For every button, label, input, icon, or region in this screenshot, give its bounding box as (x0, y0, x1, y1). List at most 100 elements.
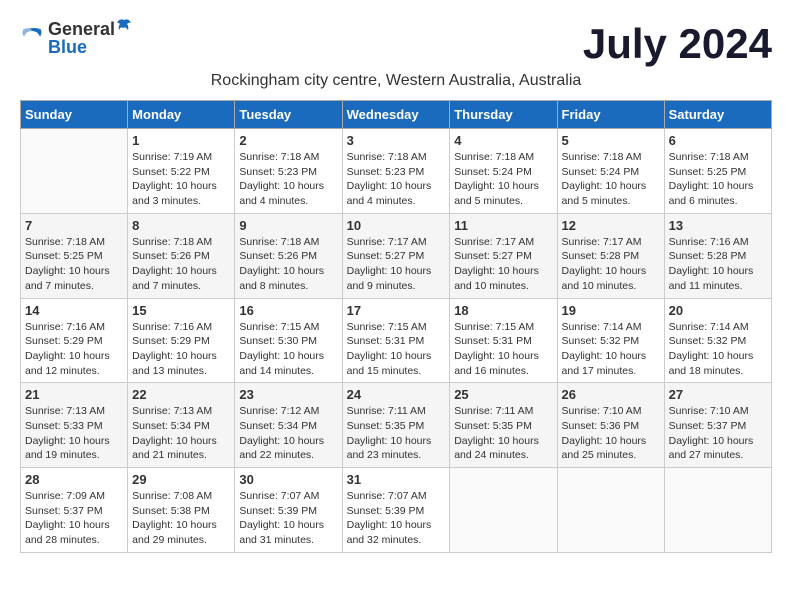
sunrise-text: Sunrise: 7:11 AM (347, 405, 426, 417)
day-number: 8 (132, 218, 230, 233)
daylight-minutes-text: and 22 minutes. (239, 449, 314, 461)
daylight-minutes-text: and 16 minutes. (454, 365, 529, 377)
calendar-cell: 26 Sunrise: 7:10 AMSunset: 5:36 PMDayligh… (557, 383, 664, 468)
daylight-text: Daylight: 10 hours (347, 180, 432, 192)
daylight-minutes-text: and 3 minutes. (132, 195, 201, 207)
calendar-week-row: 1Sunrise: 7:19 AMSunset: 5:22 PMDaylight… (21, 129, 772, 214)
daylight-text: Daylight: 10 hours (132, 519, 217, 531)
header-day: Monday (128, 101, 235, 129)
sunrise-text: Sunrise: 7:18 AM (25, 236, 105, 248)
sunrise-text: Sunrise: 7:10 AM (669, 405, 749, 417)
sunrise-text: Sunrise: 7:19 AM (132, 151, 212, 163)
calendar-cell: 9Sunrise: 7:18 AMSunset: 5:26 PMDaylight… (235, 213, 342, 298)
sunset-text: Sunset: 5:29 PM (25, 335, 103, 347)
day-number: 31 (347, 472, 446, 487)
daylight-minutes-text: and 4 minutes. (239, 195, 308, 207)
day-number: 28 (25, 472, 123, 487)
calendar-cell: 29Sunrise: 7:08 AMSunset: 5:38 PMDayligh… (128, 468, 235, 553)
sunset-text: Sunset: 5:22 PM (132, 166, 210, 178)
day-number: 26 (562, 387, 660, 402)
day-info: Sunrise: 7:18 AMSunset: 5:23 PMDaylight:… (347, 150, 446, 209)
calendar-week-row: 14Sunrise: 7:16 AMSunset: 5:29 PMDayligh… (21, 298, 772, 383)
day-info: Sunrise: 7:17 AMSunset: 5:27 PMDaylight:… (454, 235, 552, 294)
day-number: 24 (347, 387, 446, 402)
sunrise-text: Sunrise: 7:16 AM (25, 321, 105, 333)
sunrise-text: Sunrise: 7:14 AM (669, 321, 749, 333)
day-info: Sunrise: 7:08 AMSunset: 5:38 PMDaylight:… (132, 489, 230, 548)
calendar-cell: 14Sunrise: 7:16 AMSunset: 5:29 PMDayligh… (21, 298, 128, 383)
day-info: Sunrise: 7:07 AMSunset: 5:39 PMDaylight:… (347, 489, 446, 548)
daylight-minutes-text: and 11 minutes. (669, 280, 743, 292)
daylight-minutes-text: and 9 minutes. (347, 280, 416, 292)
sunset-text: Sunset: 5:30 PM (239, 335, 317, 347)
daylight-minutes-text: and 19 minutes. (25, 449, 100, 461)
sunset-text: Sunset: 5:27 PM (347, 250, 425, 262)
sunset-text: Sunset: 5:29 PM (132, 335, 210, 347)
daylight-text: Daylight: 10 hours (239, 519, 324, 531)
daylight-text: Daylight: 10 hours (454, 435, 539, 447)
day-info: Sunrise: 7:16 AMSunset: 5:29 PMDaylight:… (25, 320, 123, 379)
header-day: Thursday (450, 101, 557, 129)
sunset-text: Sunset: 5:35 PM (454, 420, 532, 432)
header-day: Wednesday (342, 101, 450, 129)
day-info: Sunrise: 7:17 AMSunset: 5:28 PMDaylight:… (562, 235, 660, 294)
day-info: Sunrise: 7:16 AMSunset: 5:28 PMDaylight:… (669, 235, 767, 294)
sunset-text: Sunset: 5:24 PM (454, 166, 532, 178)
daylight-text: Daylight: 10 hours (239, 265, 324, 277)
day-number: 17 (347, 303, 446, 318)
sunrise-text: Sunrise: 7:17 AM (562, 236, 642, 248)
daylight-text: Daylight: 10 hours (132, 265, 217, 277)
sunset-text: Sunset: 5:33 PM (25, 420, 103, 432)
calendar-cell: 25Sunrise: 7:11 AMSunset: 5:35 PMDayligh… (450, 383, 557, 468)
day-number: 3 (347, 133, 446, 148)
logo: General Blue (20, 20, 133, 58)
day-number: 4 (454, 133, 552, 148)
day-info: Sunrise: 7:17 AMSunset: 5:27 PMDaylight:… (347, 235, 446, 294)
day-number: 27 (669, 387, 767, 402)
day-info: Sunrise: 7:12 AMSunset: 5:34 PMDaylight:… (239, 404, 337, 463)
logo-text: General Blue (48, 20, 133, 58)
sunset-text: Sunset: 5:31 PM (454, 335, 532, 347)
sunset-text: Sunset: 5:37 PM (669, 420, 747, 432)
daylight-text: Daylight: 10 hours (454, 265, 539, 277)
daylight-minutes-text: and 32 minutes. (347, 534, 422, 546)
day-info: Sunrise: 7:18 AMSunset: 5:24 PMDaylight:… (562, 150, 660, 209)
sunrise-text: Sunrise: 7:07 AM (239, 490, 319, 502)
sunrise-text: Sunrise: 7:12 AM (239, 405, 319, 417)
header: General Blue July 2024 (20, 20, 772, 68)
day-info: Sunrise: 7:13 AMSunset: 5:34 PMDaylight:… (132, 404, 230, 463)
daylight-minutes-text: and 21 minutes. (132, 449, 207, 461)
daylight-text: Daylight: 10 hours (25, 265, 110, 277)
day-number: 11 (454, 218, 552, 233)
daylight-minutes-text: and 13 minutes. (132, 365, 207, 377)
sunset-text: Sunset: 5:35 PM (347, 420, 425, 432)
sunset-text: Sunset: 5:34 PM (239, 420, 317, 432)
sunrise-text: Sunrise: 7:16 AM (132, 321, 212, 333)
day-info: Sunrise: 7:18 AM Sunset: 5:26 PM Daylight:… (132, 235, 230, 294)
sunset-text: Sunset: 5:26 PM (132, 250, 210, 262)
day-number: 25 (454, 387, 552, 402)
calendar-cell: 17Sunrise: 7:15 AMSunset: 5:31 PMDayligh… (342, 298, 450, 383)
daylight-minutes-text: and 27 minutes. (669, 449, 744, 461)
day-number: 20 (669, 303, 767, 318)
daylight-text: Daylight: 10 hours (669, 180, 754, 192)
sunrise-text: Sunrise: 7:18 AM (669, 151, 749, 163)
calendar-cell: 18Sunrise: 7:15 AMSunset: 5:31 PMDayligh… (450, 298, 557, 383)
day-info: Sunrise: 7:16 AMSunset: 5:29 PMDaylight:… (132, 320, 230, 379)
header-row: SundayMondayTuesdayWednesdayThursdayFrid… (21, 101, 772, 129)
sunset-text: Sunset: 5:31 PM (347, 335, 425, 347)
day-info: Sunrise: 7:10 AMSunset: 5:36 PMDaylight:… (562, 404, 660, 463)
day-info: Sunrise: 7:09 AMSunset: 5:37 PMDaylight:… (25, 489, 123, 548)
sunrise-text: Sunrise: 7:10 AM (562, 405, 642, 417)
daylight-text: Daylight: 10 hours (454, 180, 539, 192)
day-info: Sunrise: 7:15 AMSunset: 5:31 PMDaylight:… (454, 320, 552, 379)
sunset-text: Sunset: 5:34 PM (132, 420, 210, 432)
calendar-cell: 7Sunrise: 7:18 AMSunset: 5:25 PMDaylight… (21, 213, 128, 298)
calendar-table: SundayMondayTuesdayWednesdayThursdayFrid… (20, 100, 772, 553)
day-info: Sunrise: 7:10 AMSunset: 5:37 PMDaylight:… (669, 404, 767, 463)
sunrise-text: Sunrise: 7:18 AM (132, 236, 212, 248)
sunrise-text: Sunrise: 7:08 AM (132, 490, 212, 502)
calendar-cell (450, 468, 557, 553)
month-title: July 2024 (583, 20, 772, 68)
sunrise-text: Sunrise: 7:14 AM (562, 321, 642, 333)
